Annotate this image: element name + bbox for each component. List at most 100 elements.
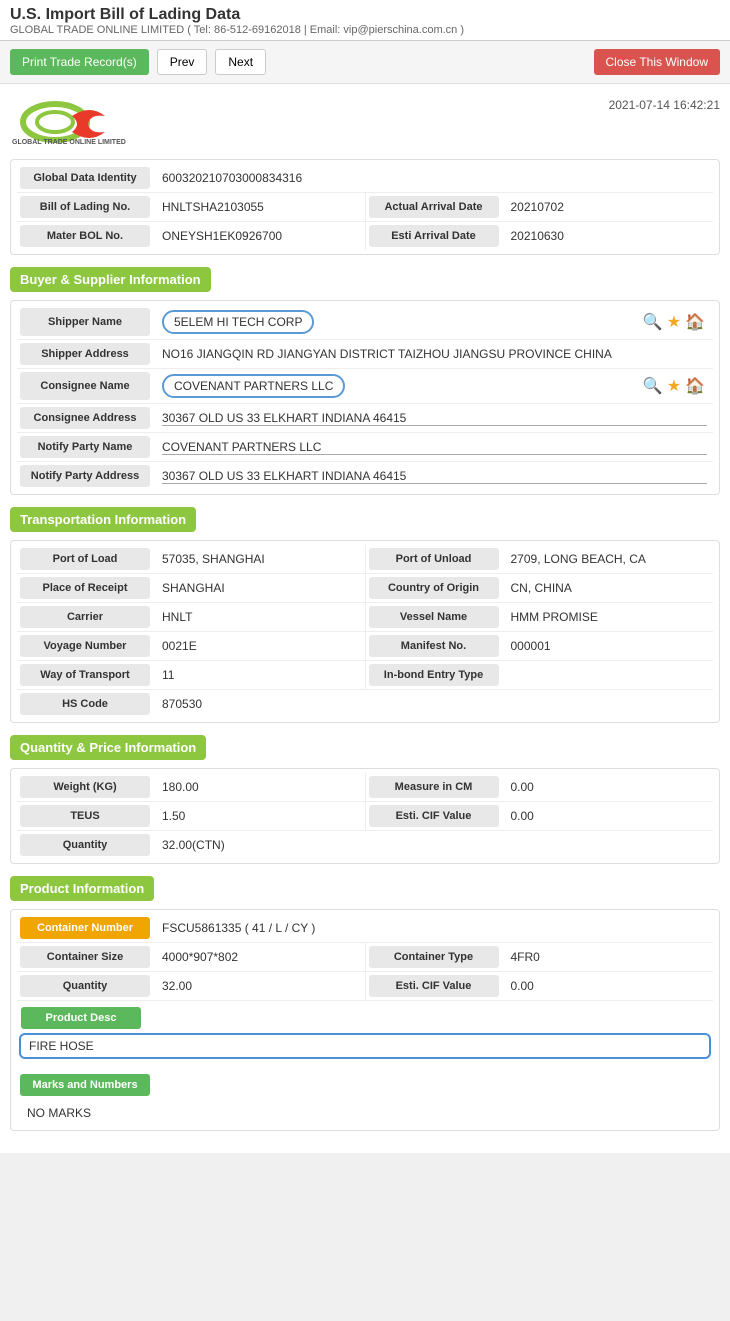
shipper-name-value: 5ELEM HI TECH CORP xyxy=(156,305,635,339)
prev-button[interactable]: Prev xyxy=(157,49,208,75)
place-receipt-label: Place of Receipt xyxy=(20,577,150,599)
identity-row: Global Data Identity 6003202107030008343… xyxy=(17,164,713,193)
identity-card: Global Data Identity 6003202107030008343… xyxy=(10,159,720,255)
main-content: GLOBAL TRADE ONLINE LIMITED 2021-07-14 1… xyxy=(0,84,730,1153)
esti-cif-label: Esti. CIF Value xyxy=(369,805,499,827)
country-origin-value: CN, CHINA xyxy=(505,574,714,602)
actual-arrival-label: Actual Arrival Date xyxy=(369,196,499,218)
port-load-value: 57035, SHANGHAI xyxy=(156,545,365,573)
teus-value: 1.50 xyxy=(156,802,365,830)
container-number-label: Container Number xyxy=(20,917,150,939)
consignee-star-icon[interactable]: ★ xyxy=(667,376,681,396)
container-number-row: Container Number FSCU5861335 ( 41 / L / … xyxy=(17,914,713,943)
transport-section: Transportation Information Port of Load … xyxy=(10,507,720,723)
gto-logo: GLOBAL TRADE ONLINE LIMITED xyxy=(10,94,140,149)
inbond-cell: In-bond Entry Type xyxy=(365,661,714,689)
weight-value: 180.00 xyxy=(156,773,365,801)
shipper-address-value: NO16 JIANGQIN RD JIANGYAN DISTRICT TAIZH… xyxy=(156,340,713,368)
consignee-name-text: COVENANT PARTNERS LLC xyxy=(162,374,345,398)
doc-header: GLOBAL TRADE ONLINE LIMITED 2021-07-14 1… xyxy=(10,94,720,149)
page-header: U.S. Import Bill of Lading Data GLOBAL T… xyxy=(0,0,730,41)
port-row: Port of Load 57035, SHANGHAI Port of Unl… xyxy=(17,545,713,574)
buyer-supplier-card: Shipper Name 5ELEM HI TECH CORP 🔍 ★ 🏠 Sh… xyxy=(10,300,720,495)
shipper-search-icon[interactable]: 🔍 xyxy=(643,312,663,332)
identity-label: Global Data Identity xyxy=(20,167,150,189)
product-cif-cell: Esti. CIF Value 0.00 xyxy=(365,972,714,1000)
container-size-type-row: Container Size 4000*907*802 Container Ty… xyxy=(17,943,713,972)
port-load-cell: Port of Load 57035, SHANGHAI xyxy=(17,545,365,573)
port-unload-value: 2709, LONG BEACH, CA xyxy=(505,545,714,573)
product-desc-row: Product Desc FIRE HOSE xyxy=(17,1001,713,1065)
print-button[interactable]: Print Trade Record(s) xyxy=(10,49,149,75)
product-card: Container Number FSCU5861335 ( 41 / L / … xyxy=(10,909,720,1131)
notify-name-row: Notify Party Name COVENANT PARTNERS LLC xyxy=(17,433,713,462)
container-size-value: 4000*907*802 xyxy=(156,943,365,971)
weight-label: Weight (KG) xyxy=(20,776,150,798)
transport-title: Transportation Information xyxy=(10,507,196,532)
actual-arrival-value: 20210702 xyxy=(505,193,714,221)
marks-section: Marks and Numbers NO MARKS xyxy=(17,1071,713,1126)
container-size-label: Container Size xyxy=(20,946,150,968)
quantity-price-title: Quantity & Price Information xyxy=(10,735,206,760)
port-unload-label: Port of Unload xyxy=(369,548,499,570)
shipper-name-row: Shipper Name 5ELEM HI TECH CORP 🔍 ★ 🏠 xyxy=(17,305,713,340)
teus-label: TEUS xyxy=(20,805,150,827)
quantity-label: Quantity xyxy=(20,834,150,856)
port-unload-cell: Port of Unload 2709, LONG BEACH, CA xyxy=(365,545,714,573)
bol-no-cell: Bill of Lading No. HNLTSHA2103055 xyxy=(17,193,365,221)
weight-measure-row: Weight (KG) 180.00 Measure in CM 0.00 xyxy=(17,773,713,802)
timestamp: 2021-07-14 16:42:21 xyxy=(609,94,720,112)
product-quantity-cell: Quantity 32.00 xyxy=(17,972,365,1000)
marks-value: NO MARKS xyxy=(17,1100,713,1126)
manifest-label: Manifest No. xyxy=(369,635,499,657)
close-button[interactable]: Close This Window xyxy=(594,49,720,75)
consignee-address-label: Consignee Address xyxy=(20,407,150,429)
bol-row2: Mater BOL No. ONEYSH1EK0926700 Esti Arri… xyxy=(17,222,713,250)
carrier-value: HNLT xyxy=(156,603,365,631)
consignee-address-row: Consignee Address 30367 OLD US 33 ELKHAR… xyxy=(17,404,713,433)
measure-label: Measure in CM xyxy=(369,776,499,798)
voyage-manifest-row: Voyage Number 0021E Manifest No. 000001 xyxy=(17,632,713,661)
product-desc-value: FIRE HOSE xyxy=(29,1039,94,1053)
manifest-cell: Manifest No. 000001 xyxy=(365,632,714,660)
consignee-home-icon[interactable]: 🏠 xyxy=(685,376,705,396)
inbond-value xyxy=(505,661,714,689)
teus-cell: TEUS 1.50 xyxy=(17,802,365,830)
shipper-name-label: Shipper Name xyxy=(20,308,150,336)
esti-cif-cell: Esti. CIF Value 0.00 xyxy=(365,802,714,830)
port-load-label: Port of Load xyxy=(20,548,150,570)
product-desc-label: Product Desc xyxy=(21,1007,141,1029)
shipper-star-icon[interactable]: ★ xyxy=(667,312,681,332)
place-receipt-cell: Place of Receipt SHANGHAI xyxy=(17,574,365,602)
shipper-home-icon[interactable]: 🏠 xyxy=(685,312,705,332)
consignee-search-icon[interactable]: 🔍 xyxy=(643,376,663,396)
measure-value: 0.00 xyxy=(505,773,714,801)
weight-cell: Weight (KG) 180.00 xyxy=(17,773,365,801)
country-origin-label: Country of Origin xyxy=(369,577,499,599)
bol-no-label: Bill of Lading No. xyxy=(20,196,150,218)
consignee-icons: 🔍 ★ 🏠 xyxy=(635,369,713,403)
consignee-name-row: Consignee Name COVENANT PARTNERS LLC 🔍 ★… xyxy=(17,369,713,404)
actual-arrival-cell: Actual Arrival Date 20210702 xyxy=(365,193,714,221)
measure-cell: Measure in CM 0.00 xyxy=(365,773,714,801)
consignee-name-value: COVENANT PARTNERS LLC xyxy=(156,369,635,403)
bol-row1: Bill of Lading No. HNLTSHA2103055 Actual… xyxy=(17,193,713,222)
voyage-cell: Voyage Number 0021E xyxy=(17,632,365,660)
buyer-supplier-title: Buyer & Supplier Information xyxy=(10,267,211,292)
buyer-supplier-section: Buyer & Supplier Information Shipper Nam… xyxy=(10,267,720,495)
notify-name-value: COVENANT PARTNERS LLC xyxy=(156,433,713,461)
notify-address-row: Notify Party Address 30367 OLD US 33 ELK… xyxy=(17,462,713,490)
teus-cif-row: TEUS 1.50 Esti. CIF Value 0.00 xyxy=(17,802,713,831)
logo-area: GLOBAL TRADE ONLINE LIMITED xyxy=(10,94,140,149)
way-inbond-row: Way of Transport 11 In-bond Entry Type xyxy=(17,661,713,690)
consignee-name-label: Consignee Name xyxy=(20,372,150,400)
next-button[interactable]: Next xyxy=(215,49,266,75)
way-transport-label: Way of Transport xyxy=(20,664,150,686)
consignee-address-value: 30367 OLD US 33 ELKHART INDIANA 46415 xyxy=(156,404,713,432)
shipper-address-row: Shipper Address NO16 JIANGQIN RD JIANGYA… xyxy=(17,340,713,369)
esti-arrival-label: Esti Arrival Date xyxy=(369,225,499,247)
product-cif-value: 0.00 xyxy=(505,972,714,1000)
product-cif-label: Esti. CIF Value xyxy=(369,975,499,997)
notify-name-label: Notify Party Name xyxy=(20,436,150,458)
voyage-label: Voyage Number xyxy=(20,635,150,657)
